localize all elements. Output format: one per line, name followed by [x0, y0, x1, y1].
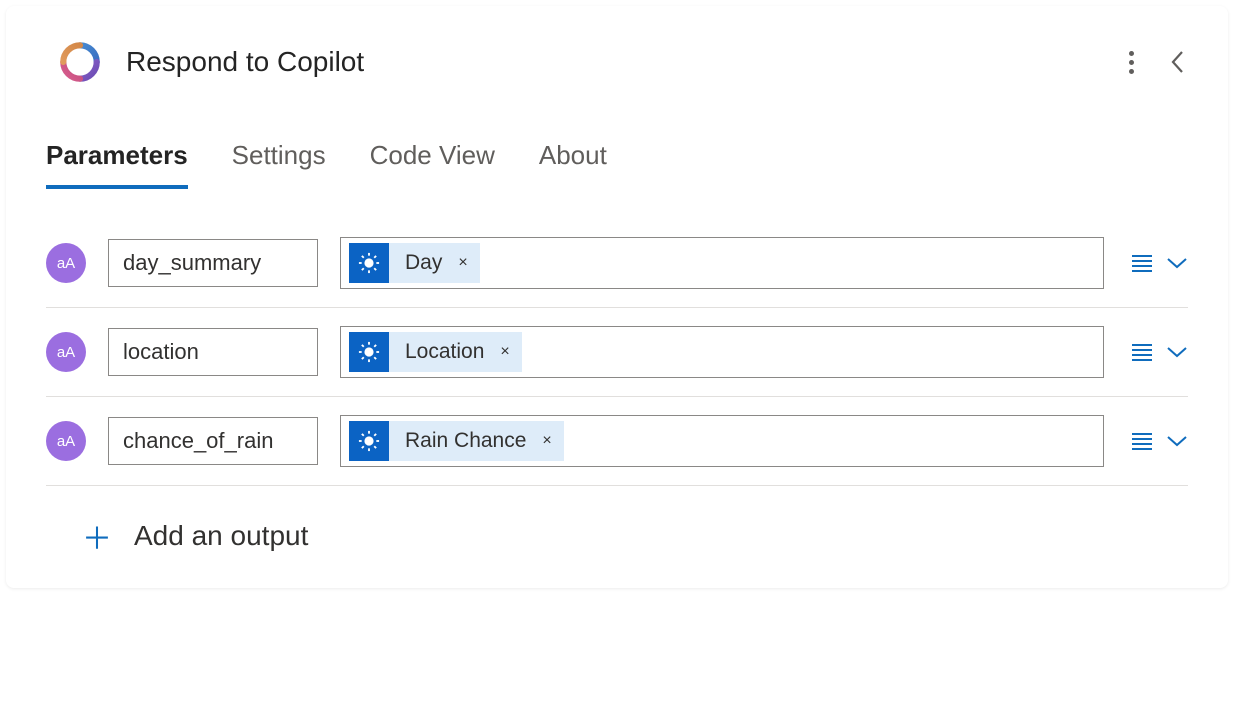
list-view-button[interactable]	[1132, 344, 1152, 361]
panel-title: Respond to Copilot	[126, 46, 1099, 78]
panel-card: Respond to Copilot Parameters Settings C…	[6, 6, 1228, 588]
token-label: Rain Chance	[389, 429, 542, 453]
list-view-button[interactable]	[1132, 255, 1152, 272]
parameter-row: aA day_summary Day ×	[46, 219, 1188, 308]
parameter-row: aA chance_of_rain Rain Chance ×	[46, 397, 1188, 486]
tab-parameters[interactable]: Parameters	[46, 140, 188, 189]
copilot-logo-icon	[58, 40, 102, 84]
parameter-name-input[interactable]: location	[108, 328, 318, 376]
more-options-button[interactable]	[1123, 45, 1140, 80]
add-output-button[interactable]: ＋ Add an output	[46, 486, 1188, 558]
panel-header: Respond to Copilot	[6, 6, 1228, 94]
tab-about[interactable]: About	[539, 140, 607, 189]
dynamic-content-token: Location ×	[349, 332, 522, 372]
parameter-value-input[interactable]: Day ×	[340, 237, 1104, 289]
token-label: Day	[389, 251, 458, 275]
text-type-badge: aA	[46, 243, 86, 283]
weather-source-icon	[349, 243, 389, 283]
plus-icon: ＋	[82, 514, 112, 558]
list-view-button[interactable]	[1132, 433, 1152, 450]
expand-row-button[interactable]	[1166, 256, 1188, 270]
token-label: Location	[389, 340, 500, 364]
parameter-name-input[interactable]: chance_of_rain	[108, 417, 318, 465]
weather-source-icon	[349, 421, 389, 461]
weather-source-icon	[349, 332, 389, 372]
parameter-row: aA location Location ×	[46, 308, 1188, 397]
row-actions	[1126, 255, 1188, 272]
add-output-label: Add an output	[134, 520, 308, 552]
text-type-badge: aA	[46, 332, 86, 372]
expand-row-button[interactable]	[1166, 434, 1188, 448]
token-remove-button[interactable]: ×	[458, 254, 479, 272]
dynamic-content-token: Rain Chance ×	[349, 421, 564, 461]
tab-settings[interactable]: Settings	[232, 140, 326, 189]
parameters-list: aA day_summary Day × aA location	[6, 189, 1228, 558]
header-actions	[1123, 45, 1188, 80]
collapse-panel-button[interactable]	[1168, 48, 1188, 76]
tab-bar: Parameters Settings Code View About	[6, 94, 1228, 189]
expand-row-button[interactable]	[1166, 345, 1188, 359]
parameter-value-input[interactable]: Rain Chance ×	[340, 415, 1104, 467]
parameter-value-input[interactable]: Location ×	[340, 326, 1104, 378]
row-actions	[1126, 433, 1188, 450]
tab-code-view[interactable]: Code View	[370, 140, 495, 189]
row-actions	[1126, 344, 1188, 361]
text-type-badge: aA	[46, 421, 86, 461]
parameter-name-input[interactable]: day_summary	[108, 239, 318, 287]
dynamic-content-token: Day ×	[349, 243, 480, 283]
token-remove-button[interactable]: ×	[542, 432, 563, 450]
token-remove-button[interactable]: ×	[500, 343, 521, 361]
